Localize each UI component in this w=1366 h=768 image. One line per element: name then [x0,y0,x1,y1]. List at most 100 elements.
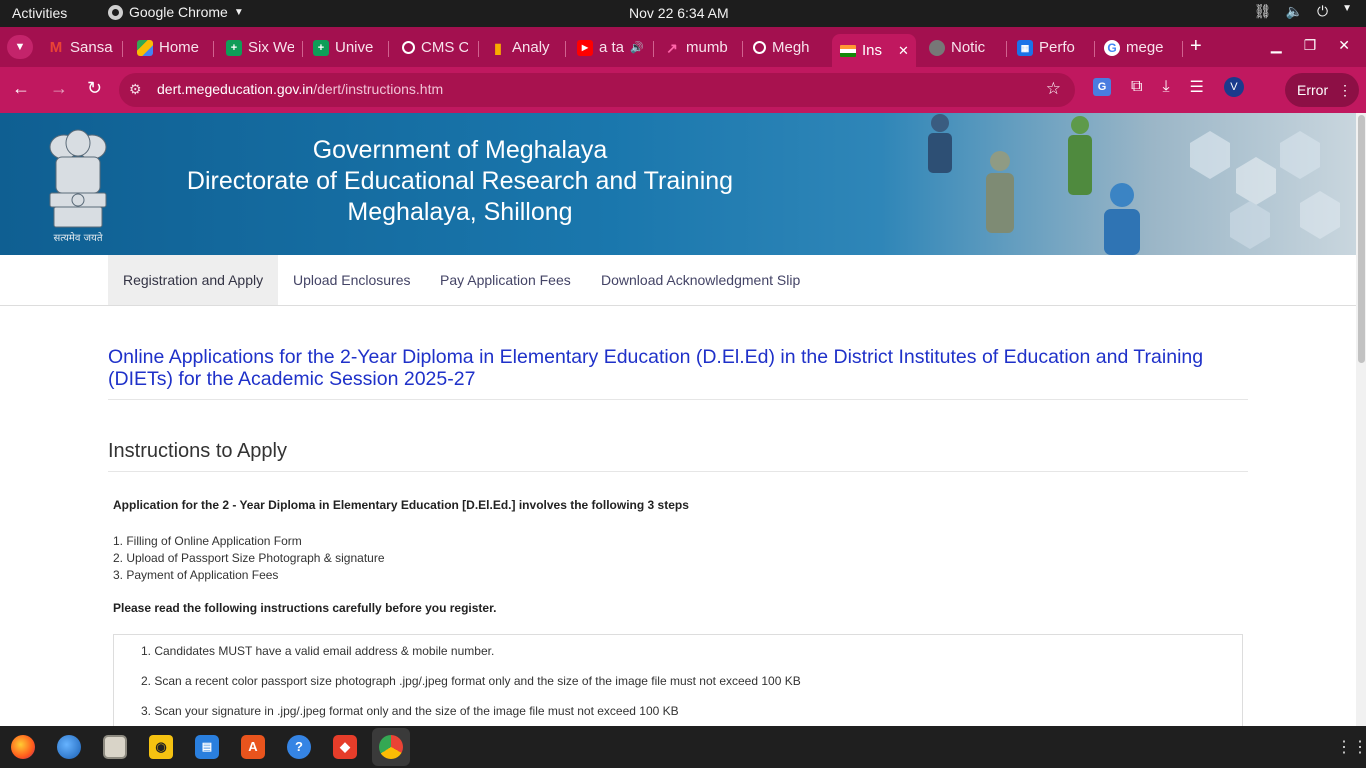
sheets-icon: + [313,39,329,56]
system-top-bar: Activities Google Chrome ▼ Nov 22 6:34 A… [0,0,1366,27]
writer-icon[interactable]: ▤ [195,735,219,759]
window-controls: ▁ ❐ ✕ [1271,37,1350,54]
page-scrollbar[interactable] [1356,113,1366,726]
tab-download-acknowledgment-slip[interactable]: Download Acknowledgment Slip [586,255,815,305]
step-item: 1. Filling of Online Application Form [113,534,302,548]
tab-upload-enclosures[interactable]: Upload Enclosures [278,255,426,305]
power-icon: ⏻ [1317,3,1329,19]
close-window-icon[interactable]: ✕ [1338,37,1350,54]
tab[interactable]: Megh [753,34,821,61]
banner-line-1: Government of Meghalaya [312,136,608,164]
tab[interactable]: G mege [1104,34,1176,61]
extension-icons: G ⧉ ⤓ ☰ V [1093,77,1244,97]
activities-button[interactable]: Activities [12,5,67,21]
site-settings-icon[interactable]: ⚙ [129,81,142,98]
chrome-icon[interactable] [379,735,403,759]
tab[interactable]: ▮ Analy [490,34,556,61]
tab-label: Six We [248,39,294,56]
steps-list: 1. Filling of Online Application Form 2.… [113,533,385,584]
tab-label: Unive [335,39,374,56]
tab[interactable]: + Unive [313,34,379,61]
network-icon: ⛓ [1253,3,1272,19]
national-emblem-icon: सत्यमेव जयते [49,129,107,244]
firefox-icon[interactable] [11,735,35,759]
anydesk-icon[interactable]: ◆ [333,735,357,759]
clock[interactable]: Nov 22 6:34 AM [629,5,729,21]
page-title: Online Applications for the 2-Year Diplo… [108,346,1204,390]
audio-playing-icon[interactable]: 🔊 [630,41,643,54]
tab-label: Megh [772,39,810,56]
decorative-people-graphic [928,114,1340,255]
step-item: 3. Payment of Application Fees [113,568,279,582]
close-tab-icon[interactable]: ✕ [898,43,909,59]
tab[interactable]: Home [137,34,205,61]
new-tab-button[interactable]: + [1190,35,1202,58]
store-icon: ▦ [1017,39,1033,56]
forward-arrow-icon[interactable]: → [50,78,68,99]
error-button[interactable]: Error ⋮ [1285,73,1359,107]
loading-icon [402,41,415,54]
reload-icon[interactable]: ↻ [87,78,102,99]
taskbar-dock: ◉ ▤ A ? ◆ ⋮⋮⋮ [0,726,1366,768]
banner-line-2: Directorate of Educational Research and … [186,167,734,195]
intro-text: Application for the 2 - Year Diploma in … [113,498,689,512]
caret-down-icon: ▼ [233,6,244,18]
extensions-puzzle-icon[interactable]: ⧉ [1131,78,1142,96]
back-arrow-icon[interactable]: ← [12,78,30,99]
divider [108,399,1248,400]
chevron-down-icon: ▼ [14,41,26,53]
youtube-icon: ▶ [577,39,593,56]
thunderbird-icon[interactable] [57,735,81,759]
gmail-icon: M [49,38,63,56]
chevron-down-icon: ▼ [1342,3,1352,14]
app-grid-icon[interactable]: ⋮⋮⋮ [1336,737,1366,757]
sheets-icon: + [226,39,242,56]
system-tray[interactable]: ⛓ 🔈 ⏻ ▼ [1254,3,1352,20]
tab[interactable]: CMS C [402,34,468,61]
chrome-app-icon [108,4,123,20]
google-translate-icon[interactable]: G [1093,78,1111,96]
tab-search-button[interactable]: ▼ [7,35,33,59]
please-read-note: Please read the following instructions c… [113,601,497,615]
drive-icon [137,39,153,56]
site-header-banner: सत्यमेव जयते Government of Meghalaya Dir… [0,113,1356,255]
india-flag-icon [840,44,856,57]
tab-registration-and-apply[interactable]: Registration and Apply [108,255,279,305]
tab-strip: ▼ M Sansa Home + Six We + Unive CMS C ▮ … [0,27,1366,67]
download-icon[interactable]: ⤓ [1162,78,1169,96]
tab-label: Sansa [70,39,113,56]
profile-avatar[interactable]: V [1223,77,1244,97]
step-item: 2. Upload of Passport Size Photograph & … [113,551,385,565]
scrollbar-thumb[interactable] [1358,115,1365,363]
bookmark-star-icon[interactable]: ☆ [1046,79,1061,99]
tab[interactable]: ↗ mumb [664,34,732,61]
toolbar: ← → ↻ ⚙ dert.megeducation.gov.in/dert/in… [0,67,1366,113]
help-icon[interactable]: ? [287,735,311,759]
tab[interactable]: ▦ Perfo [1017,34,1085,61]
tab-pay-application-fees[interactable]: Pay Application Fees [425,255,586,305]
tab-label: mege [1126,39,1164,56]
error-label: Error [1297,82,1329,98]
tab-active[interactable]: Ins ✕ [832,34,916,67]
rhythmbox-icon[interactable]: ◉ [149,735,173,759]
minimize-icon[interactable]: ▁ [1271,37,1282,54]
instructions-box: 1. Candidates MUST have a valid email ad… [113,634,1243,734]
tab-label: Perfo [1039,39,1075,56]
banner-line-3: Meghalaya, Shillong [347,198,573,226]
address-bar[interactable]: ⚙ dert.megeducation.gov.in/dert/instruct… [119,73,1075,107]
media-controls-icon[interactable]: ☰ [1190,77,1204,97]
tab[interactable]: M Sansa [48,34,114,61]
app-menu[interactable]: Google Chrome ▼ [108,4,244,20]
tab-label: mumb [686,39,728,56]
tab[interactable]: ▶ a ta 🔊 [577,34,643,61]
software-center-icon[interactable]: A [241,735,265,759]
instruction-item: 1. Candidates MUST have a valid email ad… [141,644,495,658]
tab[interactable]: + Six We [226,34,294,61]
tab[interactable]: Notic [929,34,997,61]
instruction-item: 2. Scan a recent color passport size pho… [141,674,801,688]
tab-label: CMS C [421,39,468,56]
maximize-icon[interactable]: ❐ [1304,37,1317,54]
files-icon[interactable] [103,735,127,759]
url-text[interactable]: dert.megeducation.gov.in/dert/instructio… [157,81,443,97]
trend-icon: ↗ [666,39,678,56]
